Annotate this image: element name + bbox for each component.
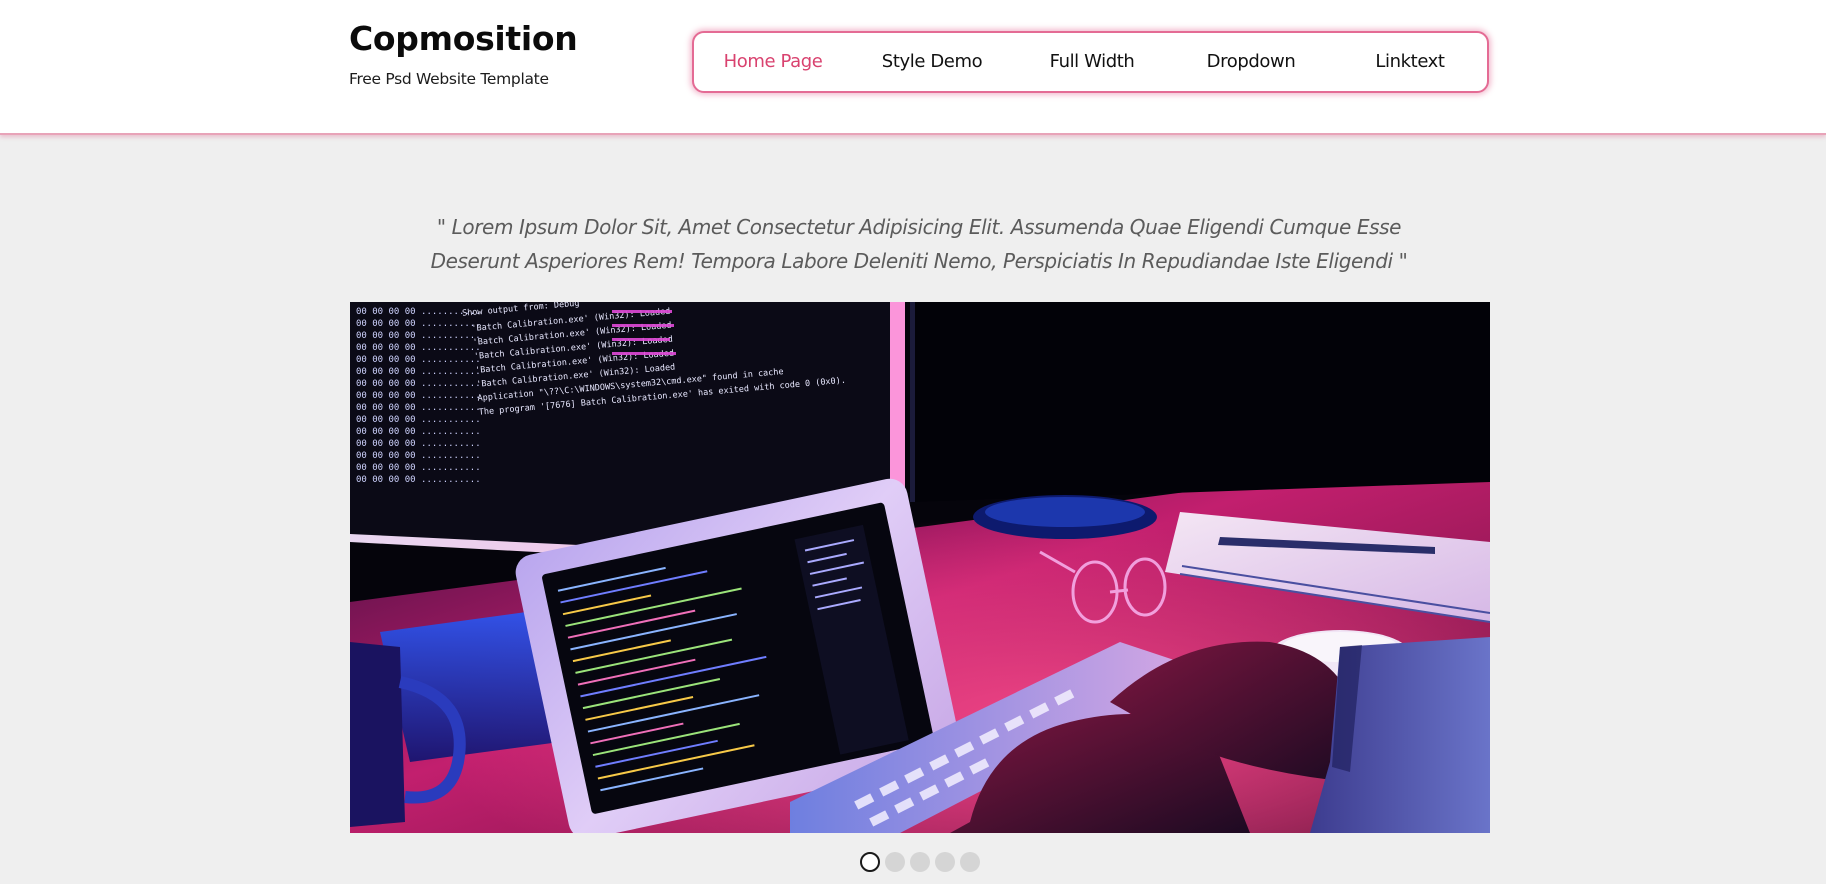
- intro-quote: " Lorem Ipsum Dolor Sit, Amet Consectetu…: [349, 210, 1489, 278]
- nav-item-linktext[interactable]: Linktext: [1375, 33, 1445, 91]
- nav-item-home-page[interactable]: Home Page: [724, 33, 823, 91]
- svg-text:00 00 00 00 ...........: 00 00 00 00 ...........: [356, 331, 481, 341]
- main-nav: Home Page Style Demo Full Width Dropdown…: [692, 31, 1489, 93]
- site-tagline: Free Psd Website Template: [349, 70, 549, 88]
- quote-line-1: " Lorem Ipsum Dolor Sit, Amet Consectetu…: [436, 215, 1402, 239]
- svg-text:00 00 00 00 ...........: 00 00 00 00 ...........: [356, 439, 481, 449]
- svg-text:00 00 00 00 ...........: 00 00 00 00 ...........: [356, 355, 481, 365]
- nav-item-full-width[interactable]: Full Width: [1050, 33, 1135, 91]
- svg-text:00 00 00 00 ...........: 00 00 00 00 ...........: [356, 463, 481, 473]
- hero-illustration: 00 00 00 00 ........... 00 00 00 00 ....…: [350, 302, 1490, 833]
- svg-text:00 00 00 00 ...........: 00 00 00 00 ...........: [356, 391, 481, 401]
- slider-dot-1[interactable]: [860, 852, 880, 872]
- svg-text:00 00 00 00 ...........: 00 00 00 00 ...........: [356, 451, 481, 461]
- svg-text:00 00 00 00 ...........: 00 00 00 00 ...........: [356, 427, 481, 437]
- brand: Copmosition Free Psd Website Template: [349, 22, 578, 88]
- slider-dot-3[interactable]: [910, 852, 930, 872]
- svg-text:00 00 00 00 ...........: 00 00 00 00 ...........: [356, 367, 481, 377]
- slider-dot-4[interactable]: [935, 852, 955, 872]
- slider-dot-2[interactable]: [885, 852, 905, 872]
- svg-text:00 00 00 00 ...........: 00 00 00 00 ...........: [356, 319, 481, 329]
- svg-text:00 00 00 00 ...........: 00 00 00 00 ...........: [356, 403, 481, 413]
- svg-text:00 00 00 00 ...........: 00 00 00 00 ...........: [356, 379, 481, 389]
- site-logo-text[interactable]: Copmosition: [349, 22, 578, 55]
- slider-pagination: [0, 852, 1826, 872]
- site-header: Copmosition Free Psd Website Template Ho…: [0, 0, 1826, 135]
- svg-text:00 00 00 00 ...........: 00 00 00 00 ...........: [356, 343, 481, 353]
- slider-dot-5[interactable]: [960, 852, 980, 872]
- hero-slider-image[interactable]: 00 00 00 00 ........... 00 00 00 00 ....…: [350, 302, 1490, 833]
- svg-text:00 00 00 00 ...........: 00 00 00 00 ...........: [356, 475, 481, 485]
- quote-line-2: Deserunt Asperiores Rem! Tempora Labore …: [430, 249, 1408, 273]
- nav-item-style-demo[interactable]: Style Demo: [882, 33, 983, 91]
- svg-text:00 00 00 00 ...........: 00 00 00 00 ...........: [356, 415, 481, 425]
- nav-item-dropdown[interactable]: Dropdown: [1207, 33, 1296, 91]
